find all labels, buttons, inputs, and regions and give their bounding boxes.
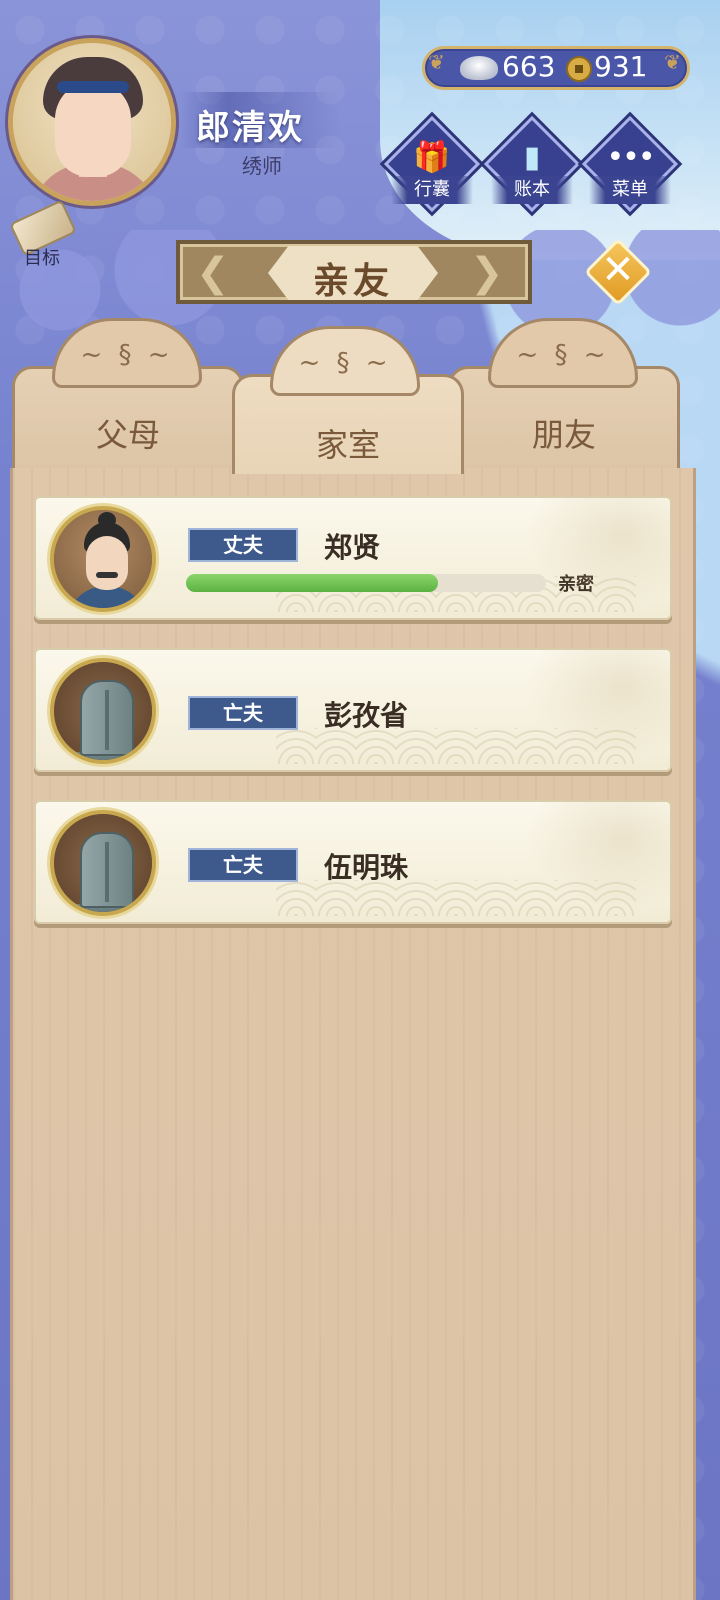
tab-parents-label[interactable]: 父母 [12,410,244,456]
list-item[interactable]: 亡夫 伍明珠 [34,800,672,924]
bag-button-label[interactable]: 行囊 [391,176,473,204]
chevron-left-decoration-icon: ❮ [196,250,230,296]
swirl-decoration-icon: ~ § ~ [80,340,174,370]
tombstone-crack [105,842,109,902]
list-item[interactable]: 丈夫 郑贤 亲密 [34,496,672,620]
menu-button-label[interactable]: 菜单 [589,176,671,204]
portrait-topknot [98,512,116,528]
silver-value: 663 [502,50,556,83]
coin-value: 931 [594,50,648,83]
tombstone-portrait[interactable] [50,810,156,916]
intimacy-bar-fill [186,574,438,592]
intimacy-bar [186,574,546,592]
close-icon[interactable]: ✕ [594,244,642,293]
bamboo-left-icon: ❦ [428,50,445,74]
portrait-avatar[interactable] [50,506,156,612]
chevron-right-decoration-icon: ❯ [470,250,504,296]
player-avatar[interactable] [8,38,176,206]
copper-coin-icon [566,56,592,82]
goals-label[interactable]: 目标 [24,244,60,270]
ledger-icon: ▮ [523,140,541,175]
bamboo-right-icon: ❦ [664,50,681,74]
relation-badge: 亡夫 [188,848,298,882]
relation-badge: 丈夫 [188,528,298,562]
silver-ingot-icon [460,56,498,80]
relative-name: 彭孜省 [324,699,409,732]
tab-family-label[interactable]: 家室 [232,420,464,466]
tombstone-portrait[interactable] [50,658,156,764]
swirl-decoration-icon: ~ § ~ [516,340,610,370]
tombstone-crack [105,690,109,750]
portrait-mustache [96,572,118,578]
bag-icon: 🎁 [413,140,451,175]
player-title: 绣师 [242,154,282,178]
portrait-face [86,536,128,590]
player-name: 郎清欢 [196,108,304,148]
menu-dots-icon: ••• [606,140,655,175]
avatar-face [55,81,131,177]
page-title: 亲友 [312,261,393,302]
intimacy-label: 亲密 [558,574,594,595]
list-item[interactable]: 亡夫 彭孜省 [34,648,672,772]
swirl-decoration-icon: ~ § ~ [298,348,392,378]
relative-name: 伍明珠 [324,851,409,884]
content-panel [10,468,696,1600]
ledger-button-label[interactable]: 账本 [491,176,573,204]
avatar-headband [57,81,129,93]
tab-friends-label[interactable]: 朋友 [448,410,680,456]
relative-name: 郑贤 [324,531,381,564]
relation-badge: 亡夫 [188,696,298,730]
